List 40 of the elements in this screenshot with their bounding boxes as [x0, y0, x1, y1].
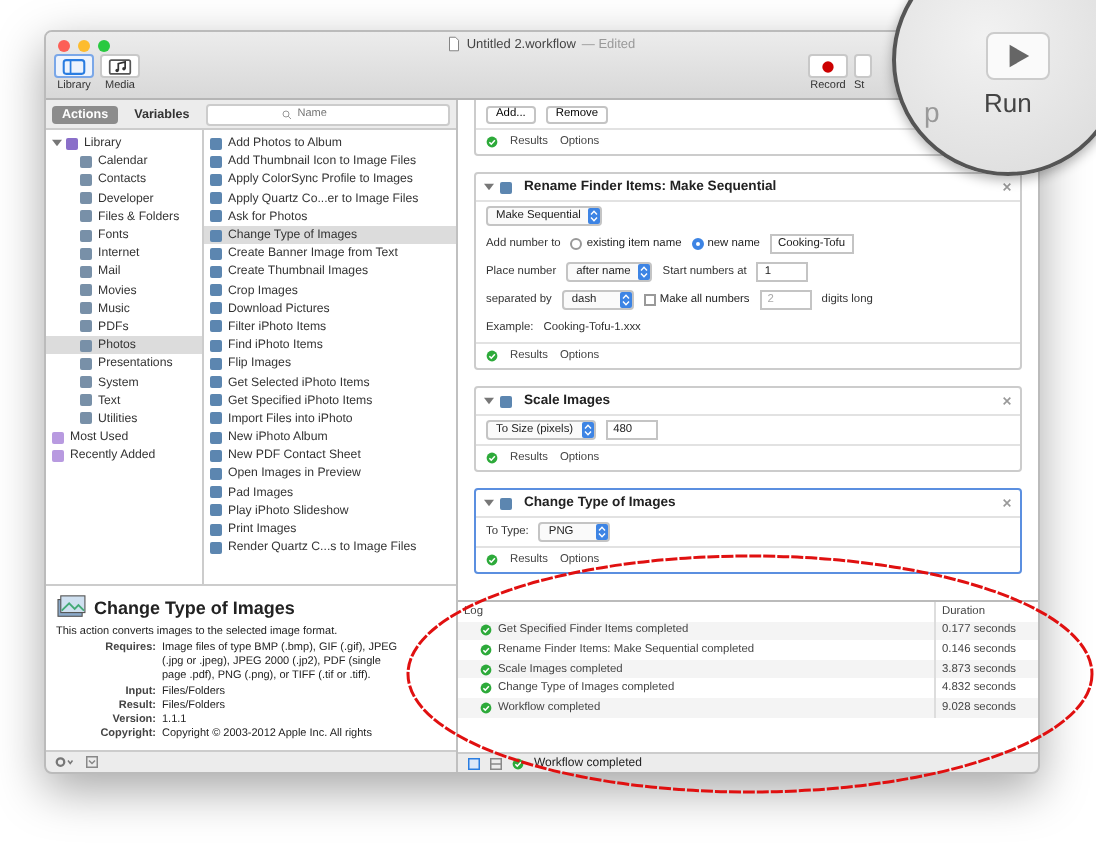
run-button[interactable] — [986, 32, 1050, 80]
music-note-icon — [108, 57, 132, 75]
record-icon — [816, 57, 840, 75]
action-icon — [500, 181, 512, 193]
disclosure-triangle-icon[interactable] — [484, 182, 494, 192]
check-icon — [512, 757, 524, 769]
action-icon — [500, 497, 512, 509]
check-icon — [480, 643, 492, 656]
document-icon — [448, 36, 461, 52]
zoom-button[interactable] — [98, 40, 110, 52]
check-icon — [486, 136, 498, 148]
panel-icon[interactable] — [86, 756, 98, 768]
check-icon — [480, 682, 492, 695]
split-view-icon[interactable] — [490, 757, 502, 769]
run-label: Run — [984, 88, 1032, 118]
check-icon — [486, 452, 498, 464]
gear-icon[interactable] — [54, 756, 76, 768]
play-icon — [1004, 42, 1032, 70]
check-icon — [486, 350, 498, 362]
disclosure-triangle-icon[interactable] — [484, 498, 494, 508]
close-icon[interactable] — [1002, 498, 1012, 508]
disclosure-triangle-icon[interactable] — [484, 396, 494, 406]
stepper-icon — [638, 264, 651, 280]
description-title: Change Type of Images — [94, 597, 295, 617]
stepper-icon — [619, 292, 632, 308]
action-icon — [500, 395, 512, 407]
close-icon[interactable] — [1002, 182, 1012, 192]
stepper-icon — [581, 422, 594, 438]
search-icon — [281, 109, 292, 119]
image-stack-icon — [56, 594, 86, 620]
action-block[interactable] — [474, 172, 1022, 370]
disclosure-triangle-icon[interactable] — [52, 138, 62, 149]
stepper-icon — [588, 208, 601, 224]
stop-label: p — [924, 96, 940, 128]
stepper-icon — [596, 524, 609, 540]
check-icon — [486, 554, 498, 566]
close-icon[interactable] — [1002, 396, 1012, 406]
close-button[interactable] — [58, 40, 70, 52]
list-view-icon[interactable] — [468, 757, 480, 769]
sidebar-icon — [62, 57, 86, 75]
